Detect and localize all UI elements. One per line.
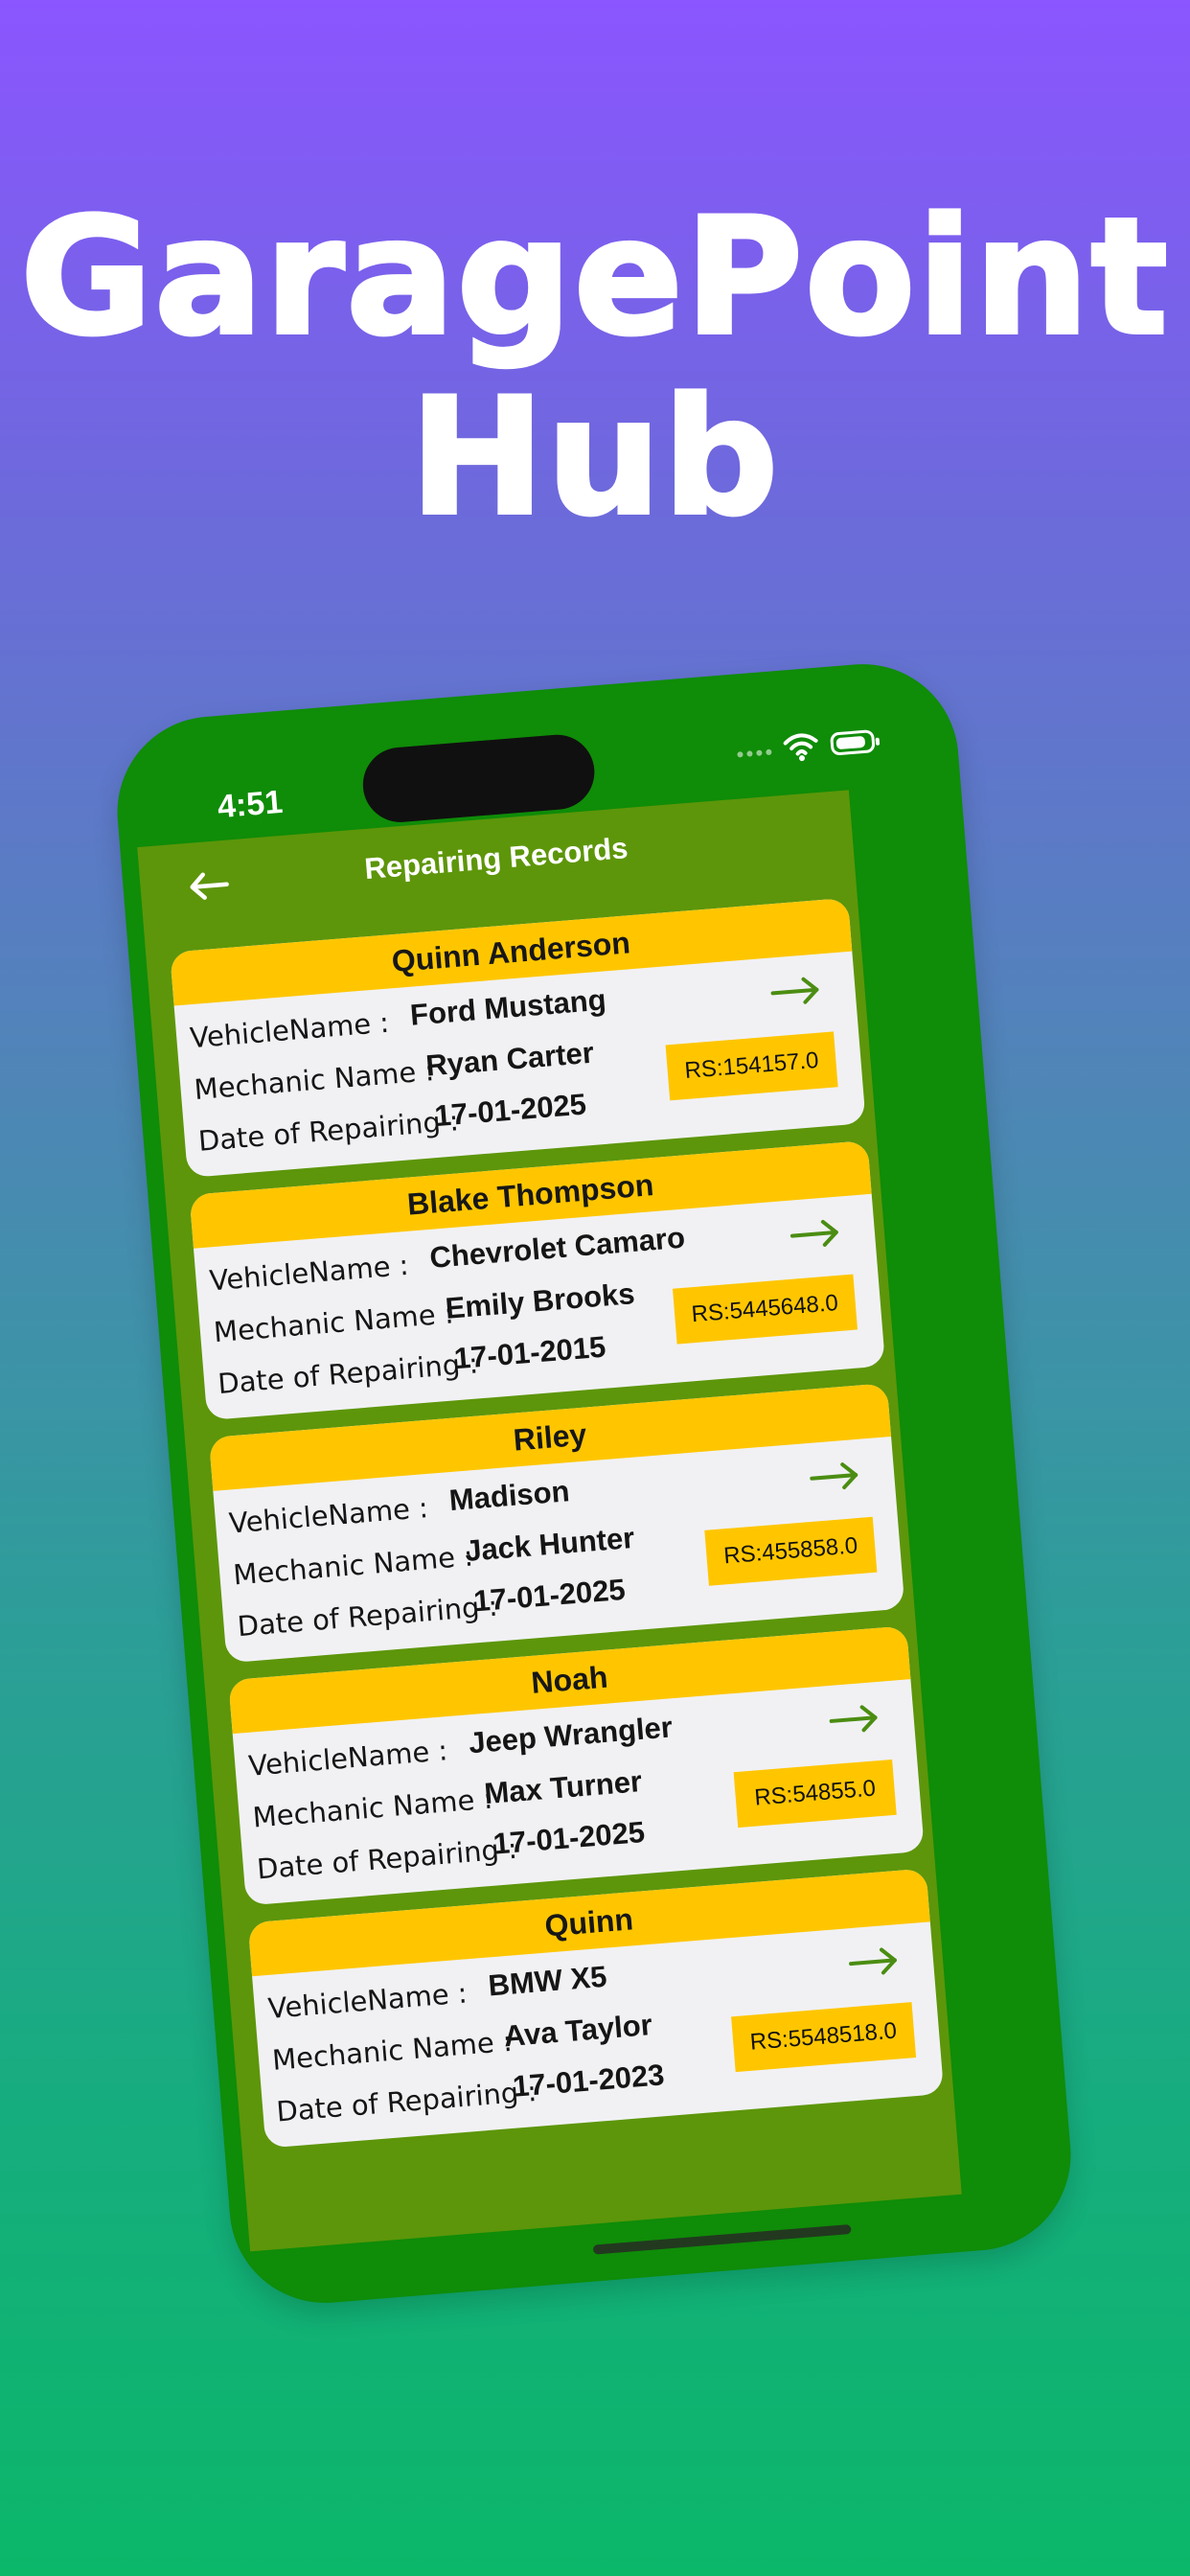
vehicle-label: VehicleName : xyxy=(247,1734,449,1782)
signal-dots-icon xyxy=(737,748,772,758)
status-time: 4:51 xyxy=(216,783,285,826)
record-card[interactable]: Noah VehicleName : Jeep Wrangler Mechani… xyxy=(228,1625,925,1906)
owner-name: Riley xyxy=(512,1416,588,1458)
vehicle-value: Madison xyxy=(447,1474,571,1518)
right-arrow-icon[interactable] xyxy=(807,1459,863,1495)
mechanic-value: Ava Taylor xyxy=(502,2008,653,2054)
date-value: 17-01-2023 xyxy=(511,2058,666,2104)
record-card[interactable]: Quinn VehicleName : BMW X5 Mechanic Name… xyxy=(247,1868,945,2149)
mechanic-label: Mechanic Name : xyxy=(251,1782,494,1834)
right-arrow-icon[interactable] xyxy=(846,1944,903,1980)
records-list: Quinn Anderson VehicleName : Ford Mustan… xyxy=(170,897,946,2166)
date-value: 17-01-2025 xyxy=(472,1572,627,1619)
vehicle-value: Chevrolet Camaro xyxy=(428,1220,687,1275)
amount-badge: RS:154157.0 xyxy=(665,1031,838,1101)
hero-title-line-1: GaragePoint xyxy=(18,183,1170,371)
phone-mockup: 4:51 Repairing Records Quinn Anderson Ve… xyxy=(109,656,1079,2311)
date-label: Date of Repairing : xyxy=(255,1831,519,1886)
app-screen: Repairing Records Quinn Anderson Vehicle… xyxy=(137,790,962,2252)
record-card[interactable]: Quinn Anderson VehicleName : Ford Mustan… xyxy=(170,897,866,1178)
vehicle-label: VehicleName : xyxy=(227,1491,430,1540)
mechanic-label: Mechanic Name : xyxy=(270,2024,514,2077)
mechanic-value: Max Turner xyxy=(483,1764,644,1811)
owner-name: Quinn xyxy=(543,1900,635,1944)
amount-badge: RS:5445648.0 xyxy=(672,1274,858,1345)
owner-name: Noah xyxy=(529,1659,609,1700)
date-label: Date of Repairing : xyxy=(236,1589,499,1644)
date-label: Date of Repairing : xyxy=(217,1346,480,1401)
owner-name: Quinn Anderson xyxy=(390,924,631,978)
vehicle-label: VehicleName : xyxy=(208,1248,410,1298)
hero-title: GaragePoint Hub xyxy=(0,183,1190,551)
amount-badge: RS:455858.0 xyxy=(704,1516,878,1586)
vehicle-label: VehicleName : xyxy=(266,1976,469,2025)
battery-icon xyxy=(829,729,876,756)
right-arrow-icon[interactable] xyxy=(788,1215,844,1252)
vehicle-value: Ford Mustang xyxy=(408,982,607,1032)
amount-badge: RS:5548518.0 xyxy=(730,2002,917,2073)
mechanic-label: Mechanic Name : xyxy=(193,1054,436,1107)
wifi-icon xyxy=(783,733,818,762)
date-value: 17-01-2025 xyxy=(433,1087,588,1134)
vehicle-value: BMW X5 xyxy=(487,1959,608,2003)
date-value: 17-01-2025 xyxy=(492,1814,647,1861)
right-arrow-icon[interactable] xyxy=(826,1701,882,1737)
mechanic-value: Emily Brooks xyxy=(444,1276,636,1325)
record-card[interactable]: Riley VehicleName : Madison Mechanic Nam… xyxy=(208,1383,905,1664)
right-arrow-icon[interactable] xyxy=(767,973,824,1009)
mechanic-label: Mechanic Name : xyxy=(212,1297,455,1349)
vehicle-value: Jeep Wrangler xyxy=(467,1710,675,1760)
vehicle-label: VehicleName : xyxy=(189,1005,391,1055)
hero-title-line-2: Hub xyxy=(408,363,781,551)
amount-badge: RS:54855.0 xyxy=(733,1759,897,1828)
record-card[interactable]: Blake Thompson VehicleName : Chevrolet C… xyxy=(189,1139,886,1421)
date-label: Date of Repairing : xyxy=(275,2074,538,2128)
mechanic-value: Ryan Carter xyxy=(424,1035,596,1083)
date-value: 17-01-2015 xyxy=(452,1329,607,1376)
mechanic-label: Mechanic Name : xyxy=(232,1539,475,1592)
date-label: Date of Repairing : xyxy=(196,1104,460,1158)
mechanic-value: Jack Hunter xyxy=(463,1520,636,1568)
